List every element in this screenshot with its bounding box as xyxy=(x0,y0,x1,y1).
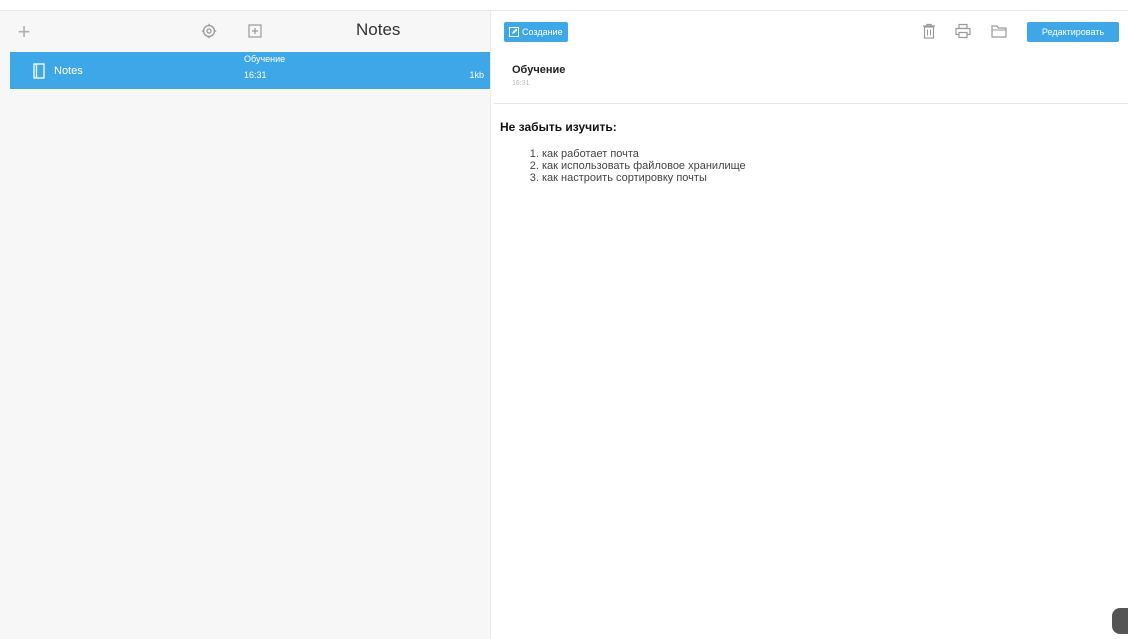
notebook-icon xyxy=(32,62,46,79)
expand-icon[interactable] xyxy=(246,22,264,40)
note-item-time: 16:31 xyxy=(244,70,267,80)
folder-icon[interactable] xyxy=(990,22,1008,40)
trash-icon[interactable] xyxy=(920,22,938,40)
gear-icon[interactable] xyxy=(200,22,218,40)
note-item-title: Обучение xyxy=(244,54,286,64)
note-heading: Не забыть изучить: xyxy=(500,120,617,134)
chat-widget-icon[interactable] xyxy=(1112,608,1128,634)
list-item: как работает почта xyxy=(542,148,1100,160)
list-item: как использовать файловое хранилище xyxy=(542,160,1100,172)
sidebar-item-label: Notes xyxy=(54,64,83,77)
print-icon[interactable] xyxy=(954,22,972,40)
create-button[interactable]: Создание xyxy=(504,22,568,42)
add-icon[interactable]: + xyxy=(14,21,34,43)
create-button-label: Создание xyxy=(522,27,563,37)
note-list-item[interactable]: Обучение 16:31 1kb xyxy=(240,52,490,89)
notes-list-panel xyxy=(240,11,491,639)
note-header: Обучение 16:31 xyxy=(512,64,565,87)
note-title: Обучение xyxy=(512,64,566,76)
notes-column-title: Notes xyxy=(356,20,401,39)
note-content: Не забыть изучить: как работает почта ка… xyxy=(500,120,1100,184)
folders-panel xyxy=(0,11,240,639)
sidebar-item-notes[interactable]: Notes xyxy=(10,52,240,89)
note-item-size: 1kb xyxy=(469,70,484,80)
divider xyxy=(494,103,1128,104)
edit-button[interactable]: Редактировать xyxy=(1027,22,1119,42)
list-item: как настроить сортировку почты xyxy=(542,172,1100,184)
note-date: 16:31 xyxy=(512,80,530,87)
note-list: как работает почта как использовать файл… xyxy=(500,148,1100,184)
edit-icon xyxy=(509,27,519,37)
